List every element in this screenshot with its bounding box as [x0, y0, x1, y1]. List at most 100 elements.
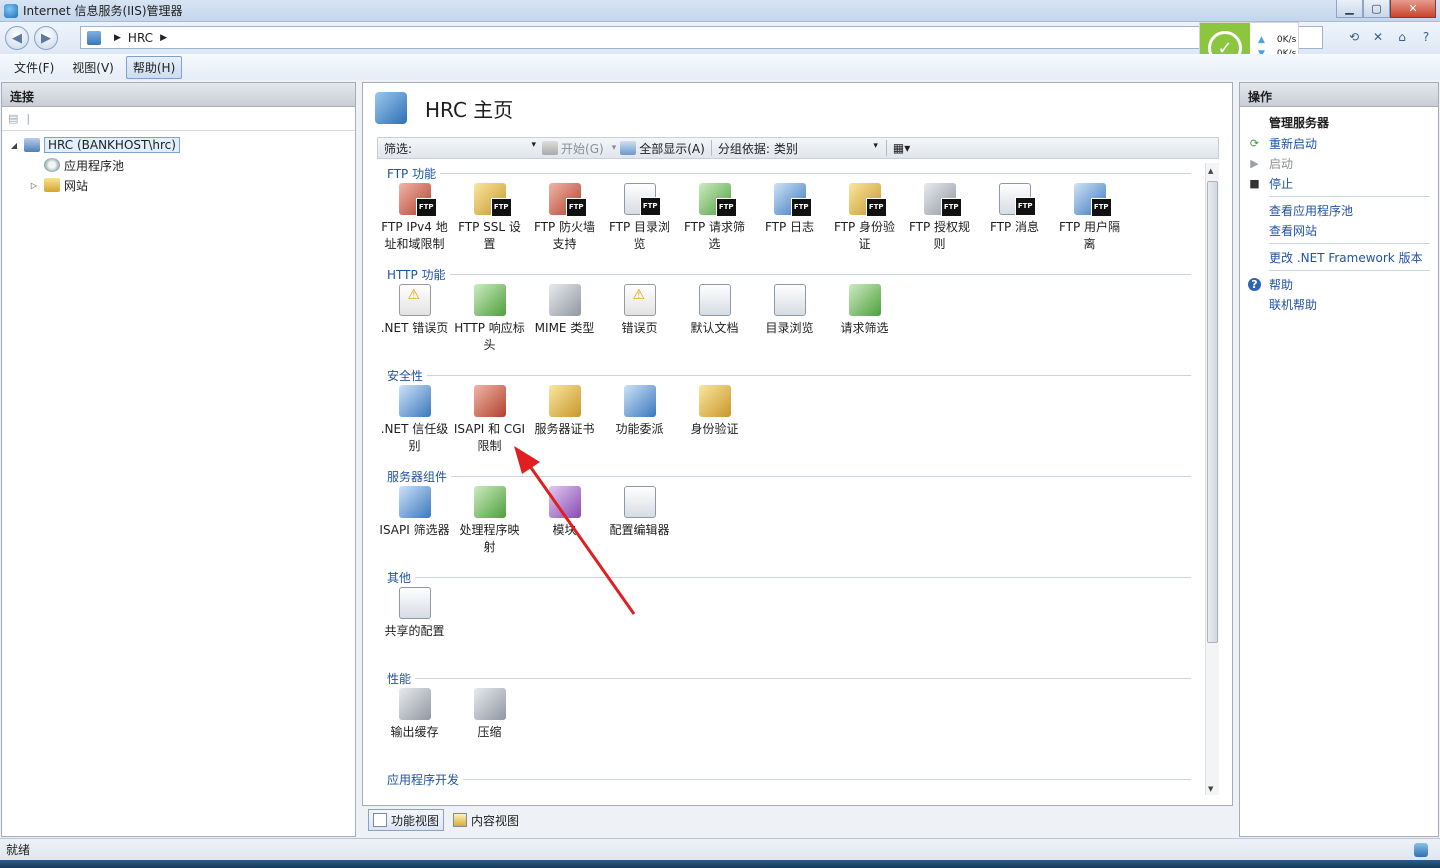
maximize-button[interactable]: ▢: [1363, 0, 1390, 18]
feature-item[interactable]: HTTP 响应标头: [452, 284, 527, 354]
feature-label: FTP 请求筛: [683, 220, 746, 234]
refresh-icon[interactable]: ⟲: [1344, 26, 1364, 48]
feature-item[interactable]: FTP FTP 身份验证: [827, 183, 902, 253]
feature-item[interactable]: 默认文档: [677, 284, 752, 354]
feature-item[interactable]: MIME 类型: [527, 284, 602, 354]
group-title: 应用程序开发: [387, 771, 464, 788]
start-filter-button[interactable]: 开始(G): [542, 140, 604, 157]
minimize-button[interactable]: ▁: [1336, 0, 1363, 18]
vertical-scrollbar[interactable]: ▲ ▼: [1205, 163, 1219, 795]
feature-label: 配置编辑器: [609, 523, 670, 537]
feature-item[interactable]: ISAPI 筛选器: [377, 486, 452, 556]
feature-item[interactable]: FTP FTP 目录浏览: [602, 183, 677, 253]
feature-item[interactable]: 功能委派: [602, 385, 677, 455]
action-view-app-pools[interactable]: 查看应用程序池: [1248, 200, 1438, 220]
feature-item[interactable]: 压缩: [452, 688, 527, 741]
connections-toolbar: ▤ |: [2, 107, 355, 131]
action-restart[interactable]: ⟳ 重新启动: [1248, 133, 1438, 153]
tree-node-server[interactable]: ◢ HRC (BANKHOST\hrc): [2, 135, 355, 155]
feature-label: FTP 防火墙: [533, 220, 596, 234]
action-online-help[interactable]: 联机帮助: [1248, 294, 1438, 314]
filter-input[interactable]: [416, 139, 537, 157]
scroll-down-icon[interactable]: ▼: [1208, 785, 1213, 793]
feature-label-line2: 限制: [477, 439, 502, 453]
feature-item[interactable]: 目录浏览: [752, 284, 827, 354]
feature-item[interactable]: 错误页: [602, 284, 677, 354]
group-title: 性能: [387, 670, 416, 687]
tab-features-view[interactable]: 功能视图: [368, 809, 445, 831]
feature-item[interactable]: 服务器证书: [527, 385, 602, 455]
group-divider: [387, 173, 1191, 174]
compression-icon: [473, 688, 506, 720]
menu-help[interactable]: 帮助(H): [125, 55, 183, 79]
feature-item[interactable]: 模块: [527, 486, 602, 556]
output-cache-icon: [398, 688, 431, 720]
tree-label-server[interactable]: HRC (BANKHOST\hrc): [44, 137, 180, 153]
feature-item[interactable]: FTP FTP 日志: [752, 183, 827, 253]
feature-item[interactable]: FTP FTP IPv4 地址和域限制: [377, 183, 452, 253]
feature-label: 共享的配置: [384, 624, 445, 638]
action-start[interactable]: ▶ 启动: [1248, 153, 1438, 173]
feature-item[interactable]: FTP FTP 请求筛选: [677, 183, 752, 253]
help-icon[interactable]: ?: [1416, 26, 1436, 48]
feature-item[interactable]: 输出缓存: [377, 688, 452, 741]
tree-node-app-pools[interactable]: 应用程序池: [2, 155, 355, 175]
menu-file[interactable]: 文件(F): [8, 57, 60, 78]
feature-label: 模块: [552, 523, 577, 537]
back-button[interactable]: ◀: [5, 26, 29, 50]
feature-item[interactable]: FTP FTP 消息: [977, 183, 1052, 253]
start-dropdown-icon[interactable]: ▾: [612, 143, 617, 153]
home-icon[interactable]: ⌂: [1392, 26, 1412, 48]
feature-label: FTP 身份验: [833, 220, 896, 234]
expand-icon[interactable]: ▷: [28, 181, 40, 190]
tree-node-sites[interactable]: ▷ 网站: [2, 175, 355, 195]
feature-item[interactable]: FTP FTP SSL 设置: [452, 183, 527, 253]
feature-item[interactable]: 配置编辑器: [602, 486, 677, 556]
feature-item[interactable]: FTP FTP 用户隔离: [1052, 183, 1127, 253]
feature-label: 错误页: [621, 321, 658, 335]
feature-item[interactable]: .NET 错误页: [377, 284, 452, 354]
action-help[interactable]: ? 帮助: [1248, 274, 1438, 294]
feature-label: FTP IPv4 地: [381, 220, 448, 234]
connect-icon[interactable]: ▤: [8, 112, 18, 125]
action-change-framework[interactable]: 更改 .NET Framework 版本: [1248, 247, 1438, 267]
group-divider: [387, 375, 1191, 376]
forward-button[interactable]: ▶: [34, 26, 58, 50]
address-breadcrumb[interactable]: ▶ HRC ▶: [80, 26, 1323, 49]
scroll-thumb[interactable]: [1207, 181, 1218, 643]
feature-item[interactable]: FTP FTP 授权规则: [902, 183, 977, 253]
view-mode-icon[interactable]: ▦▾: [893, 141, 910, 155]
show-all-icon: [620, 141, 637, 155]
tree-label-sites[interactable]: 网站: [64, 177, 88, 194]
actions-title: 操作: [1240, 83, 1438, 107]
feature-item[interactable]: 身份验证: [677, 385, 752, 455]
default-doc-icon: [698, 284, 731, 316]
features-pane: HRC 主页 筛选: 开始(G) ▾ 全部显示(A) 分组依据: 类别 ▦▾ F…: [362, 82, 1233, 806]
tree-label-app-pools[interactable]: 应用程序池: [64, 157, 124, 174]
feature-item[interactable]: FTP FTP 防火墙 支持: [527, 183, 602, 253]
modules-icon: [548, 486, 581, 518]
feature-item[interactable]: 处理程序映射: [452, 486, 527, 556]
tab-content-view[interactable]: 内容视图: [448, 809, 524, 831]
connections-title: 连接: [2, 83, 355, 107]
content-view-icon: [453, 813, 468, 827]
breadcrumb-hrc[interactable]: HRC: [128, 31, 153, 45]
feature-item[interactable]: 共享的配置: [377, 587, 452, 640]
show-all-button[interactable]: 全部显示(A): [620, 140, 705, 157]
menu-view[interactable]: 视图(V): [66, 57, 120, 78]
feature-item[interactable]: ISAPI 和 CGI 限制: [452, 385, 527, 455]
menu-bar: 文件(F) 视图(V) 帮助(H): [0, 54, 1440, 80]
page-title: HRC 主页: [425, 97, 514, 122]
stop-icon[interactable]: ✕: [1368, 26, 1388, 48]
chevron-right-icon[interactable]: ▶: [160, 33, 167, 43]
group-by-select[interactable]: 类别: [770, 140, 880, 157]
scroll-up-icon[interactable]: ▲: [1208, 167, 1213, 175]
action-stop[interactable]: ■ 停止: [1248, 173, 1438, 193]
collapse-icon[interactable]: ◢: [8, 141, 20, 150]
feature-item[interactable]: 请求筛选: [827, 284, 902, 354]
close-button[interactable]: ✕: [1390, 0, 1436, 18]
feature-item[interactable]: .NET 信任级别: [377, 385, 452, 455]
net-error-icon: [398, 284, 431, 316]
ftp-badge-icon: FTP: [565, 198, 587, 217]
action-view-sites[interactable]: 查看网站: [1248, 220, 1438, 240]
